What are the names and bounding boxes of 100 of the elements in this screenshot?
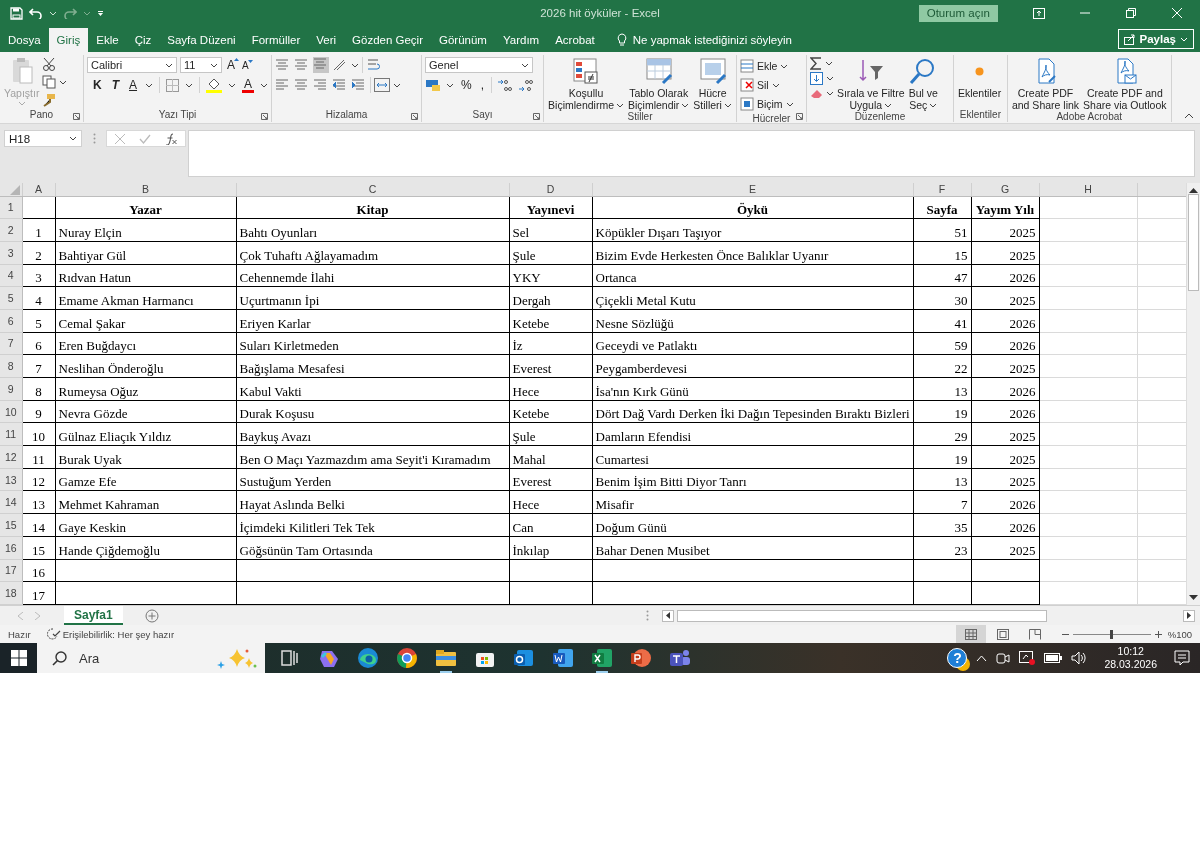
row-header[interactable]: 6 xyxy=(0,309,22,333)
column-header[interactable]: F xyxy=(913,183,971,196)
ribbon-tab[interactable]: Yardım xyxy=(494,28,548,52)
create-pdf-outlook-button[interactable]: Create PDF and Share via Outlook xyxy=(1082,57,1168,111)
autosum-icon[interactable] xyxy=(809,57,822,70)
caret-icon[interactable] xyxy=(771,82,780,88)
dialog-launcher-icon[interactable] xyxy=(261,113,269,120)
screen-record-icon[interactable] xyxy=(1019,651,1036,665)
grow-font-button[interactable]: A xyxy=(225,58,237,72)
windows-logo-icon[interactable] xyxy=(10,650,27,666)
search-icon[interactable] xyxy=(52,651,67,666)
ribbon-tab[interactable]: Ekle xyxy=(88,28,127,52)
scroll-right-button[interactable] xyxy=(1183,609,1195,622)
fill-color-icon[interactable] xyxy=(206,77,223,93)
scrollbar-thumb[interactable] xyxy=(1188,194,1199,291)
row-header[interactable]: 5 xyxy=(0,286,22,310)
caret-icon[interactable] xyxy=(884,102,893,108)
row-header[interactable]: 9 xyxy=(0,377,22,401)
collapse-ribbon-icon[interactable] xyxy=(1184,113,1194,119)
row-header[interactable]: 11 xyxy=(0,422,22,446)
caret-icon[interactable] xyxy=(145,82,154,88)
caret-icon[interactable] xyxy=(521,62,530,68)
ribbon-tab[interactable]: Dosya xyxy=(0,28,49,52)
slider-thumb[interactable] xyxy=(1109,629,1113,639)
dialog-launcher-icon[interactable] xyxy=(795,113,803,120)
caret-icon[interactable] xyxy=(681,102,690,108)
caret-icon[interactable] xyxy=(228,82,237,88)
caret-icon[interactable] xyxy=(69,136,77,141)
comma-button[interactable]: , xyxy=(478,78,487,92)
format-as-table-button[interactable]: Tablo Olarak Biçimlendir xyxy=(627,57,691,111)
caret-icon[interactable] xyxy=(260,82,269,88)
browser-wave-icon[interactable] xyxy=(355,645,381,671)
accessibility-status[interactable]: Erişilebilirlik: Her şey hazır xyxy=(62,628,175,640)
column-header[interactable]: E xyxy=(592,183,913,196)
column-header[interactable]: H xyxy=(1039,183,1137,196)
row-header[interactable]: 18 xyxy=(0,581,22,605)
decrease-decimal-icon[interactable] xyxy=(518,78,535,92)
volume-icon[interactable] xyxy=(1071,651,1088,665)
align-bottom-icon[interactable] xyxy=(313,57,330,73)
show-hidden-icon[interactable] xyxy=(976,654,988,662)
battery-icon[interactable] xyxy=(1044,653,1063,663)
ribbon-tab[interactable]: Görünüm xyxy=(431,28,495,52)
save-icon[interactable] xyxy=(10,6,23,20)
increase-decimal-icon[interactable] xyxy=(497,78,514,92)
accessibility-check-icon[interactable] xyxy=(46,628,61,640)
caret-icon[interactable] xyxy=(780,63,789,69)
column-header[interactable]: B xyxy=(55,183,236,196)
ribbon-tab[interactable]: Gözden Geçir xyxy=(344,28,431,52)
insert-cells-button[interactable]: Ekle xyxy=(739,57,794,75)
clock-time[interactable]: 10:12 xyxy=(1117,645,1144,658)
add-ins-button[interactable]: Eklentiler xyxy=(956,57,1003,99)
copy-icon[interactable] xyxy=(42,75,57,89)
caret-icon[interactable] xyxy=(616,102,624,108)
currency-icon[interactable] xyxy=(425,78,442,92)
horizontal-scrollbar[interactable] xyxy=(677,609,1047,622)
row-header[interactable]: 8 xyxy=(0,354,22,378)
undo-icon[interactable] xyxy=(29,7,43,19)
enter-check-icon[interactable] xyxy=(139,133,151,144)
merge-center-icon[interactable] xyxy=(374,78,391,92)
sign-in-button[interactable]: Oturum açın xyxy=(918,4,998,22)
add-sheet-icon[interactable] xyxy=(144,608,159,623)
row-header[interactable]: 12 xyxy=(0,445,22,469)
restore-icon[interactable] xyxy=(1126,8,1136,18)
row-header[interactable]: 17 xyxy=(0,559,22,582)
column-header[interactable]: D xyxy=(509,183,592,196)
caret-icon[interactable] xyxy=(825,76,834,81)
percent-button[interactable]: % xyxy=(459,78,474,92)
ribbon-tab[interactable]: Acrobat xyxy=(547,28,603,52)
camera-icon[interactable] xyxy=(996,651,1011,665)
find-select-button[interactable]: Bul ve Seç xyxy=(907,57,939,111)
zoom-level[interactable]: %100 xyxy=(1167,628,1192,640)
number-format-field[interactable]: Genel xyxy=(425,57,534,73)
caret-icon[interactable] xyxy=(785,101,794,107)
font-name-field[interactable]: Calibri xyxy=(87,57,177,73)
insert-function-icon[interactable] xyxy=(165,132,177,145)
caret-icon[interactable] xyxy=(929,102,938,108)
browser-circle-icon[interactable] xyxy=(394,645,420,671)
caret-icon[interactable] xyxy=(446,82,455,88)
column-header[interactable]: A xyxy=(22,183,55,196)
customize-icon[interactable] xyxy=(97,9,104,17)
column-header[interactable]: C xyxy=(236,183,509,196)
caret-icon[interactable] xyxy=(59,79,68,85)
font-color-button[interactable]: A xyxy=(242,77,255,93)
ribbon-tab[interactable]: Giriş xyxy=(48,28,89,52)
cut-icon[interactable] xyxy=(42,57,57,71)
fill-down-icon[interactable] xyxy=(809,72,823,85)
column-header[interactable]: G xyxy=(971,183,1039,196)
caret-icon[interactable] xyxy=(210,62,218,68)
format-cells-button[interactable]: Biçim xyxy=(739,95,794,113)
sort-filter-button[interactable]: Sırala ve Filtre Uygula xyxy=(835,57,906,111)
row-header[interactable]: 4 xyxy=(0,264,22,287)
delete-cells-button[interactable]: Sil xyxy=(739,76,794,94)
caret-icon[interactable] xyxy=(165,62,173,68)
caret-icon[interactable] xyxy=(824,61,833,66)
ribbon-tab[interactable]: Sayfa Düzeni xyxy=(159,28,244,52)
close-icon[interactable] xyxy=(1172,8,1182,18)
cell-styles-button[interactable]: Hücre Stilleri xyxy=(692,57,733,111)
dialog-launcher-icon[interactable] xyxy=(411,113,419,120)
search-field[interactable]: Ara xyxy=(37,643,265,673)
dialog-launcher-icon[interactable] xyxy=(533,113,541,120)
